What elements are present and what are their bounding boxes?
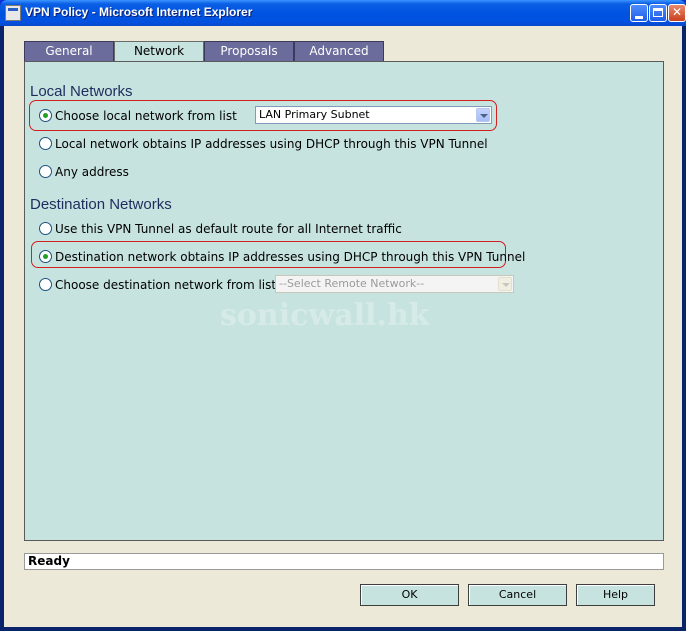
local-network-select-value: LAN Primary Subnet [259, 108, 370, 121]
minimize-button[interactable] [630, 4, 648, 22]
local-dhcp-label: Local network obtains IP addresses using… [55, 137, 488, 151]
maximize-icon [653, 8, 663, 17]
tab-network[interactable]: Network [114, 41, 204, 62]
radio-default-route[interactable] [39, 222, 52, 235]
ok-button[interactable]: OK [360, 584, 459, 606]
remote-network-select[interactable]: --Select Remote Network-- [275, 275, 514, 293]
window-icon [5, 5, 21, 21]
dialog-client-area: General Network Proposals Advanced Local… [4, 26, 682, 627]
title-bar[interactable]: VPN Policy - Microsoft Internet Explorer… [0, 0, 686, 26]
status-bar: Ready [24, 553, 664, 570]
browser-window: VPN Policy - Microsoft Internet Explorer… [0, 0, 686, 631]
default-route-label: Use this VPN Tunnel as default route for… [55, 222, 402, 236]
destination-networks-heading: Destination Networks [30, 196, 172, 213]
radio-destination-dhcp[interactable] [39, 250, 52, 263]
radio-choose-destination-network[interactable] [39, 278, 52, 291]
local-network-select[interactable]: LAN Primary Subnet [255, 106, 492, 124]
radio-any-address[interactable] [39, 165, 52, 178]
network-tab-panel: Local Networks Choose local network from… [24, 61, 664, 541]
tab-proposals[interactable]: Proposals [204, 41, 294, 61]
minimize-icon [635, 16, 643, 19]
remote-network-select-value: --Select Remote Network-- [279, 277, 425, 290]
maximize-button[interactable] [649, 4, 667, 22]
window-title: VPN Policy - Microsoft Internet Explorer [25, 5, 253, 19]
local-networks-heading: Local Networks [30, 83, 133, 100]
tab-advanced[interactable]: Advanced [294, 41, 384, 61]
chevron-down-icon[interactable] [476, 108, 490, 122]
help-button[interactable]: Help [576, 584, 655, 606]
close-button[interactable]: ✕ [668, 4, 686, 22]
destination-dhcp-label: Destination network obtains IP addresses… [55, 250, 526, 264]
choose-destination-network-label: Choose destination network from list [55, 278, 277, 292]
any-address-label: Any address [55, 165, 129, 179]
chevron-down-icon[interactable] [498, 277, 512, 291]
tab-general[interactable]: General [24, 41, 114, 61]
radio-choose-local-network[interactable] [39, 109, 52, 122]
cancel-button[interactable]: Cancel [468, 584, 567, 606]
close-icon: ✕ [671, 5, 683, 19]
radio-local-dhcp[interactable] [39, 137, 52, 150]
watermark-text: sonicwall.hk [220, 298, 430, 333]
choose-local-network-label: Choose local network from list [55, 109, 237, 123]
